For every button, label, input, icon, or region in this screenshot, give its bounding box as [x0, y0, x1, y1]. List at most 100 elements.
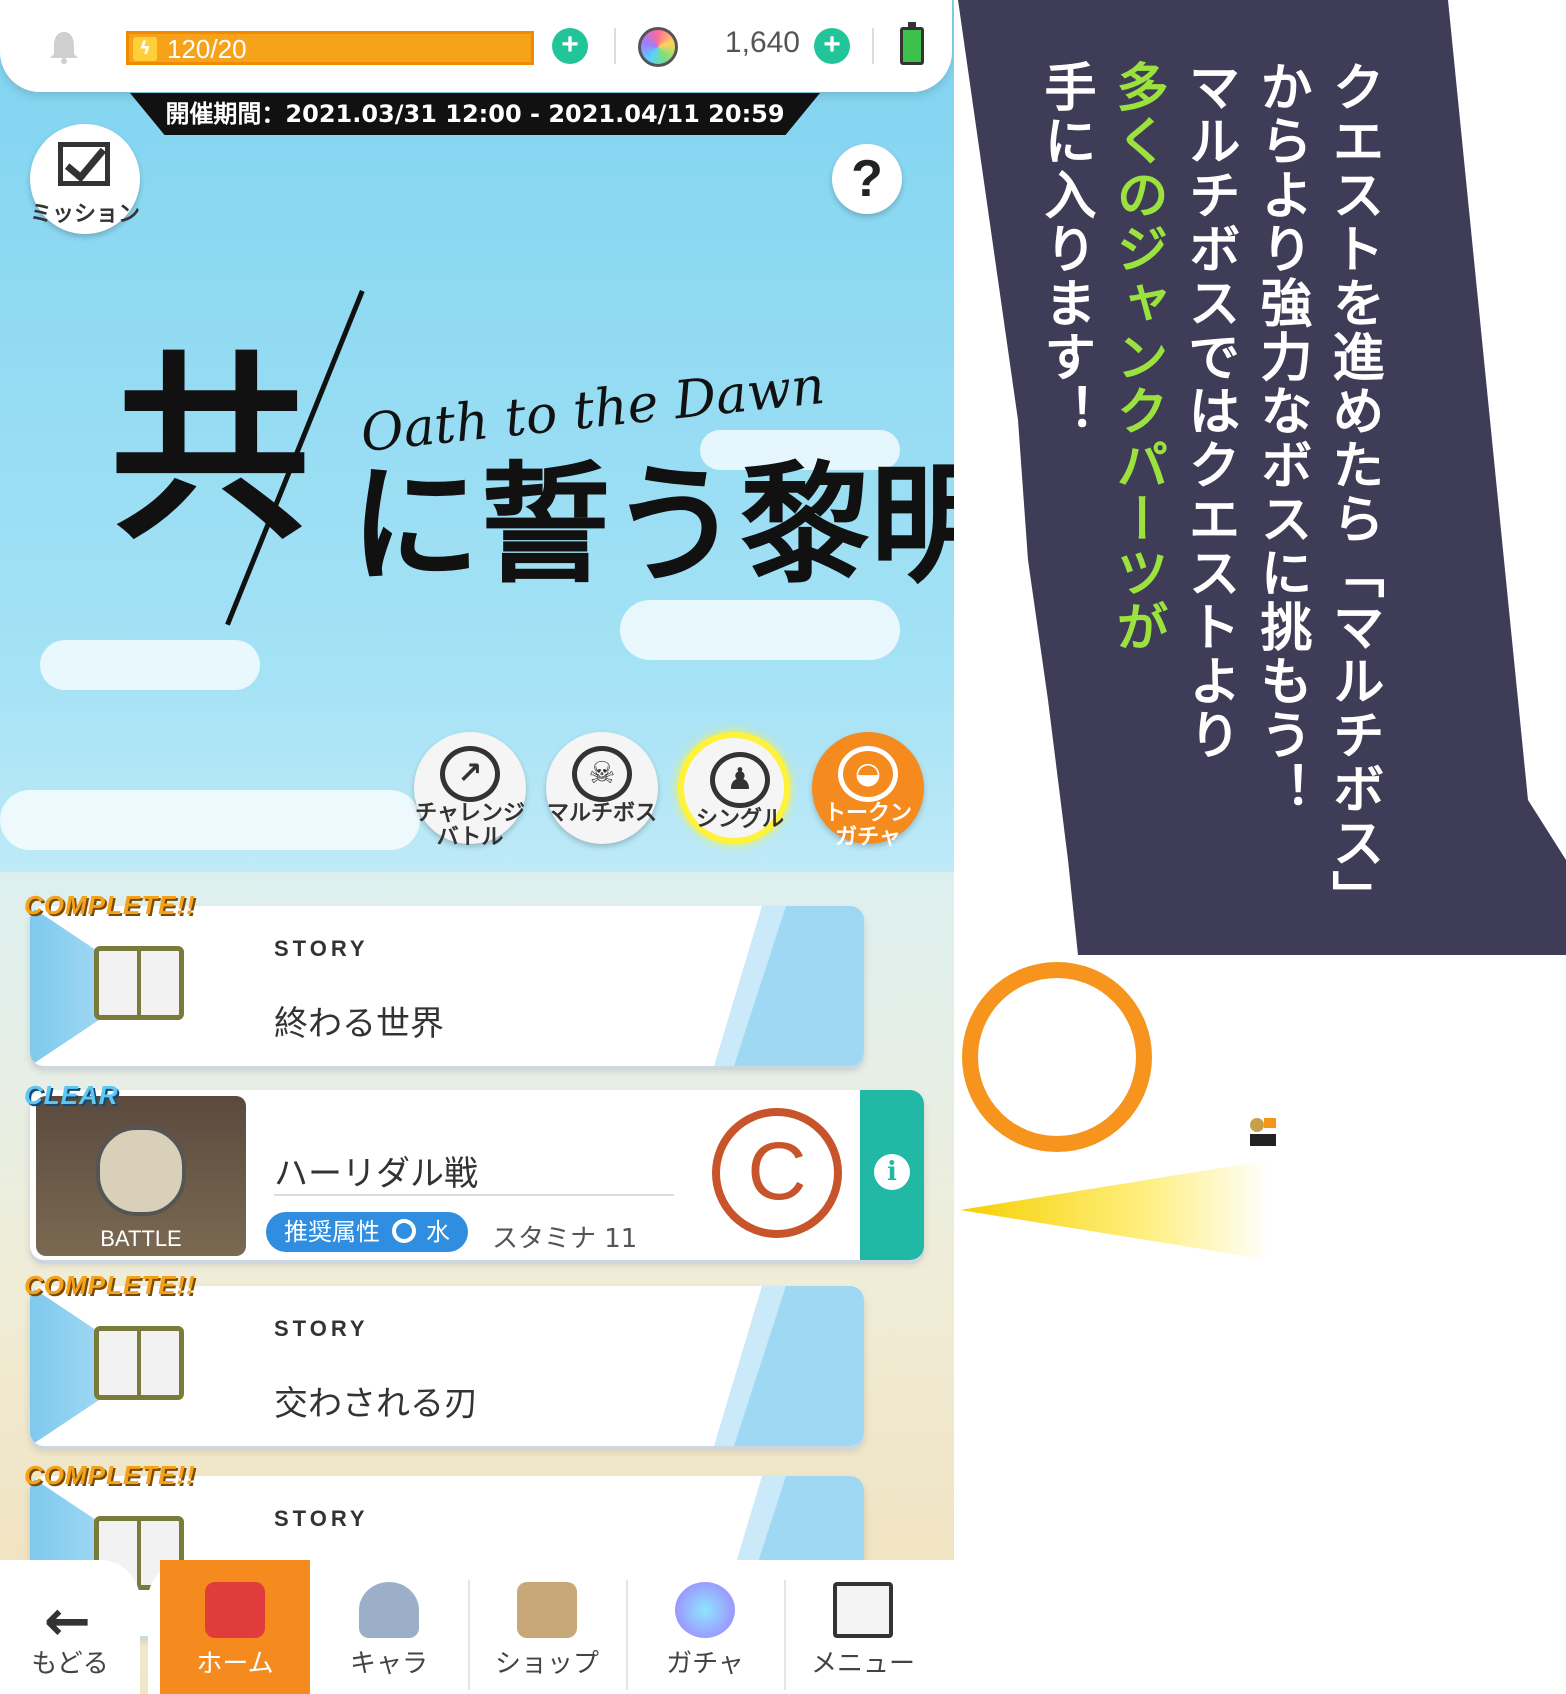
- spotlight-beam: [960, 1160, 1270, 1260]
- bell-icon[interactable]: [46, 28, 82, 64]
- add-gem-button[interactable]: +: [814, 28, 850, 64]
- banner-line-2: からより強力なボスに挑もう！: [1251, 60, 1311, 816]
- divider: [274, 1194, 674, 1196]
- nav-home[interactable]: ホーム: [160, 1560, 310, 1694]
- screen: ϟ 120/20 + 1,640 + 開催期間：2021.03/31 12:00…: [0, 0, 1566, 1694]
- logo-kanji-main: 共: [110, 332, 311, 567]
- divider: [872, 28, 874, 64]
- help-button[interactable]: ?: [832, 144, 902, 214]
- battery-icon: [900, 22, 924, 65]
- complete-badge: COMPLETE!!: [24, 890, 196, 920]
- mini-sprite-icon: [1250, 1118, 1276, 1148]
- quest-card[interactable]: STORY 交わされる刃: [30, 1286, 864, 1446]
- mode-label-text: マルチボス: [546, 801, 657, 826]
- quest-title: 終わる世界: [274, 1004, 444, 1044]
- battle-card[interactable]: BATTLE ハーリダル戦 推奨属性 水 スタミナ 11 C i: [30, 1090, 924, 1260]
- info-button[interactable]: i: [860, 1090, 924, 1260]
- clear-badge: CLEAR: [24, 1080, 119, 1110]
- bottom-nav: ← もどる ホーム キャラ ショップ ガチャ メニュー: [0, 1560, 954, 1694]
- divider: [626, 1580, 628, 1690]
- nav-shop[interactable]: ショップ: [472, 1560, 622, 1694]
- complete-badge: COMPLETE!!: [24, 1270, 196, 1300]
- info-icon: i: [874, 1154, 910, 1190]
- sprite-part: [1264, 1118, 1276, 1128]
- event-period: 開催期間：2021.03/31 12:00 - 2021.04/11 20:59: [130, 93, 820, 135]
- nav-label: ホーム: [196, 1649, 274, 1679]
- water-icon: [392, 1219, 416, 1243]
- mode-label: マルチボス: [522, 802, 682, 826]
- nav-gacha[interactable]: ガチャ: [630, 1560, 780, 1694]
- thumb-label: BATTLE: [100, 1226, 182, 1251]
- checkbox-icon: [58, 142, 110, 186]
- book-icon: [94, 946, 184, 1020]
- quest-card[interactable]: STORY 終わる世界: [30, 906, 864, 1066]
- banner-line-3: マルチボスではクエストより: [1179, 60, 1239, 762]
- nav-label: ショップ: [494, 1649, 599, 1679]
- arrow-left-icon: ←: [44, 1589, 91, 1654]
- chart-icon: ↗: [440, 746, 500, 802]
- event-logo: 共 Oath to the Dawn に誓う黎明: [110, 290, 954, 660]
- home-icon: [205, 1582, 265, 1638]
- attr-value: 水: [426, 1218, 450, 1246]
- nav-label: メニュー: [810, 1649, 915, 1679]
- logo-kanji-sub: に誓う黎明: [350, 448, 954, 601]
- back-label: もどる: [31, 1649, 109, 1679]
- game-screen: ϟ 120/20 + 1,640 + 開催期間：2021.03/31 12:00…: [0, 0, 954, 1694]
- attr-label: 推奨属性: [284, 1218, 380, 1246]
- battle-thumbnail: BATTLE: [36, 1096, 246, 1256]
- rank-badge: C: [712, 1108, 842, 1238]
- divider: [614, 28, 616, 64]
- banner-text: クエストを進めたら「マルチボス」: [1323, 60, 1383, 924]
- quest-kind: STORY: [274, 1506, 369, 1531]
- nav-bar: ホーム キャラ ショップ ガチャ メニュー: [148, 1560, 954, 1694]
- token-gacha-button[interactable]: ◒ トークン ガチャ: [812, 732, 924, 850]
- mode-label-text: シングル: [695, 807, 784, 832]
- mission-button[interactable]: ミッション: [30, 124, 140, 234]
- banner-line-4: 多くのジャンクパーツが: [1107, 60, 1167, 654]
- multi-boss-button[interactable]: ☠ マルチボス: [546, 732, 658, 844]
- divider: [784, 1580, 786, 1690]
- stamina-value: 120/20: [167, 34, 247, 64]
- mission-label: ミッション: [29, 202, 140, 227]
- lightning-icon: ϟ: [133, 37, 157, 61]
- sprite-part: [1250, 1118, 1264, 1132]
- shop-icon: [517, 1582, 577, 1638]
- single-player-icon: ♟: [710, 752, 770, 808]
- attribute-pill: 推奨属性 水: [266, 1212, 468, 1252]
- cloud: [0, 790, 420, 850]
- banner-line-5: 手に入ります！: [1035, 60, 1095, 438]
- quest-kind: STORY: [274, 936, 369, 961]
- nav-label: ガチャ: [666, 1649, 744, 1679]
- character-icon: [359, 1582, 419, 1638]
- quest-kind: STORY: [274, 1316, 369, 1341]
- menu-icon: [833, 1582, 893, 1638]
- book-icon: [94, 1326, 184, 1400]
- stamina-cost: スタミナ 11: [492, 1224, 638, 1254]
- add-stamina-button[interactable]: +: [552, 28, 588, 64]
- gacha-icon: [675, 1582, 735, 1638]
- gem-count: 1,640: [724, 26, 800, 59]
- single-button[interactable]: ♟ シングル: [678, 732, 790, 844]
- status-bar: ϟ 120/20 + 1,640 +: [0, 0, 952, 92]
- sprite-part: [1250, 1134, 1276, 1146]
- complete-badge: COMPLETE!!: [24, 1460, 196, 1490]
- gem-icon: [638, 27, 678, 67]
- token-gacha-icon: ◒: [838, 746, 898, 802]
- banner-line-1: クエストを進めたら「マルチボス」: [1320, 60, 1386, 924]
- quest-title: 交わされる刃: [274, 1384, 478, 1424]
- challenge-battle-button[interactable]: ↗ チャレンジ バトル: [414, 732, 526, 850]
- nav-menu[interactable]: メニュー: [788, 1560, 938, 1694]
- divider: [468, 1580, 470, 1690]
- back-button[interactable]: ← もどる: [0, 1560, 140, 1694]
- boss-sprite-icon: [96, 1126, 186, 1216]
- mode-label-text: チャレンジ バトル: [415, 801, 525, 850]
- mode-label: トークン ガチャ: [788, 802, 948, 850]
- mode-label-text: トークン ガチャ: [823, 801, 912, 850]
- demon-icon: ☠: [572, 746, 632, 802]
- highlight-ring: [962, 962, 1152, 1152]
- nav-label: キャラ: [349, 1649, 428, 1679]
- battle-title: ハーリダル戦: [274, 1154, 478, 1194]
- promo-banner: クエストを進めたら「マルチボス」 からより強力なボスに挑もう！ マルチボスではク…: [958, 0, 1566, 955]
- stamina-bar: ϟ 120/20: [126, 31, 534, 65]
- nav-chara[interactable]: キャラ: [314, 1560, 464, 1694]
